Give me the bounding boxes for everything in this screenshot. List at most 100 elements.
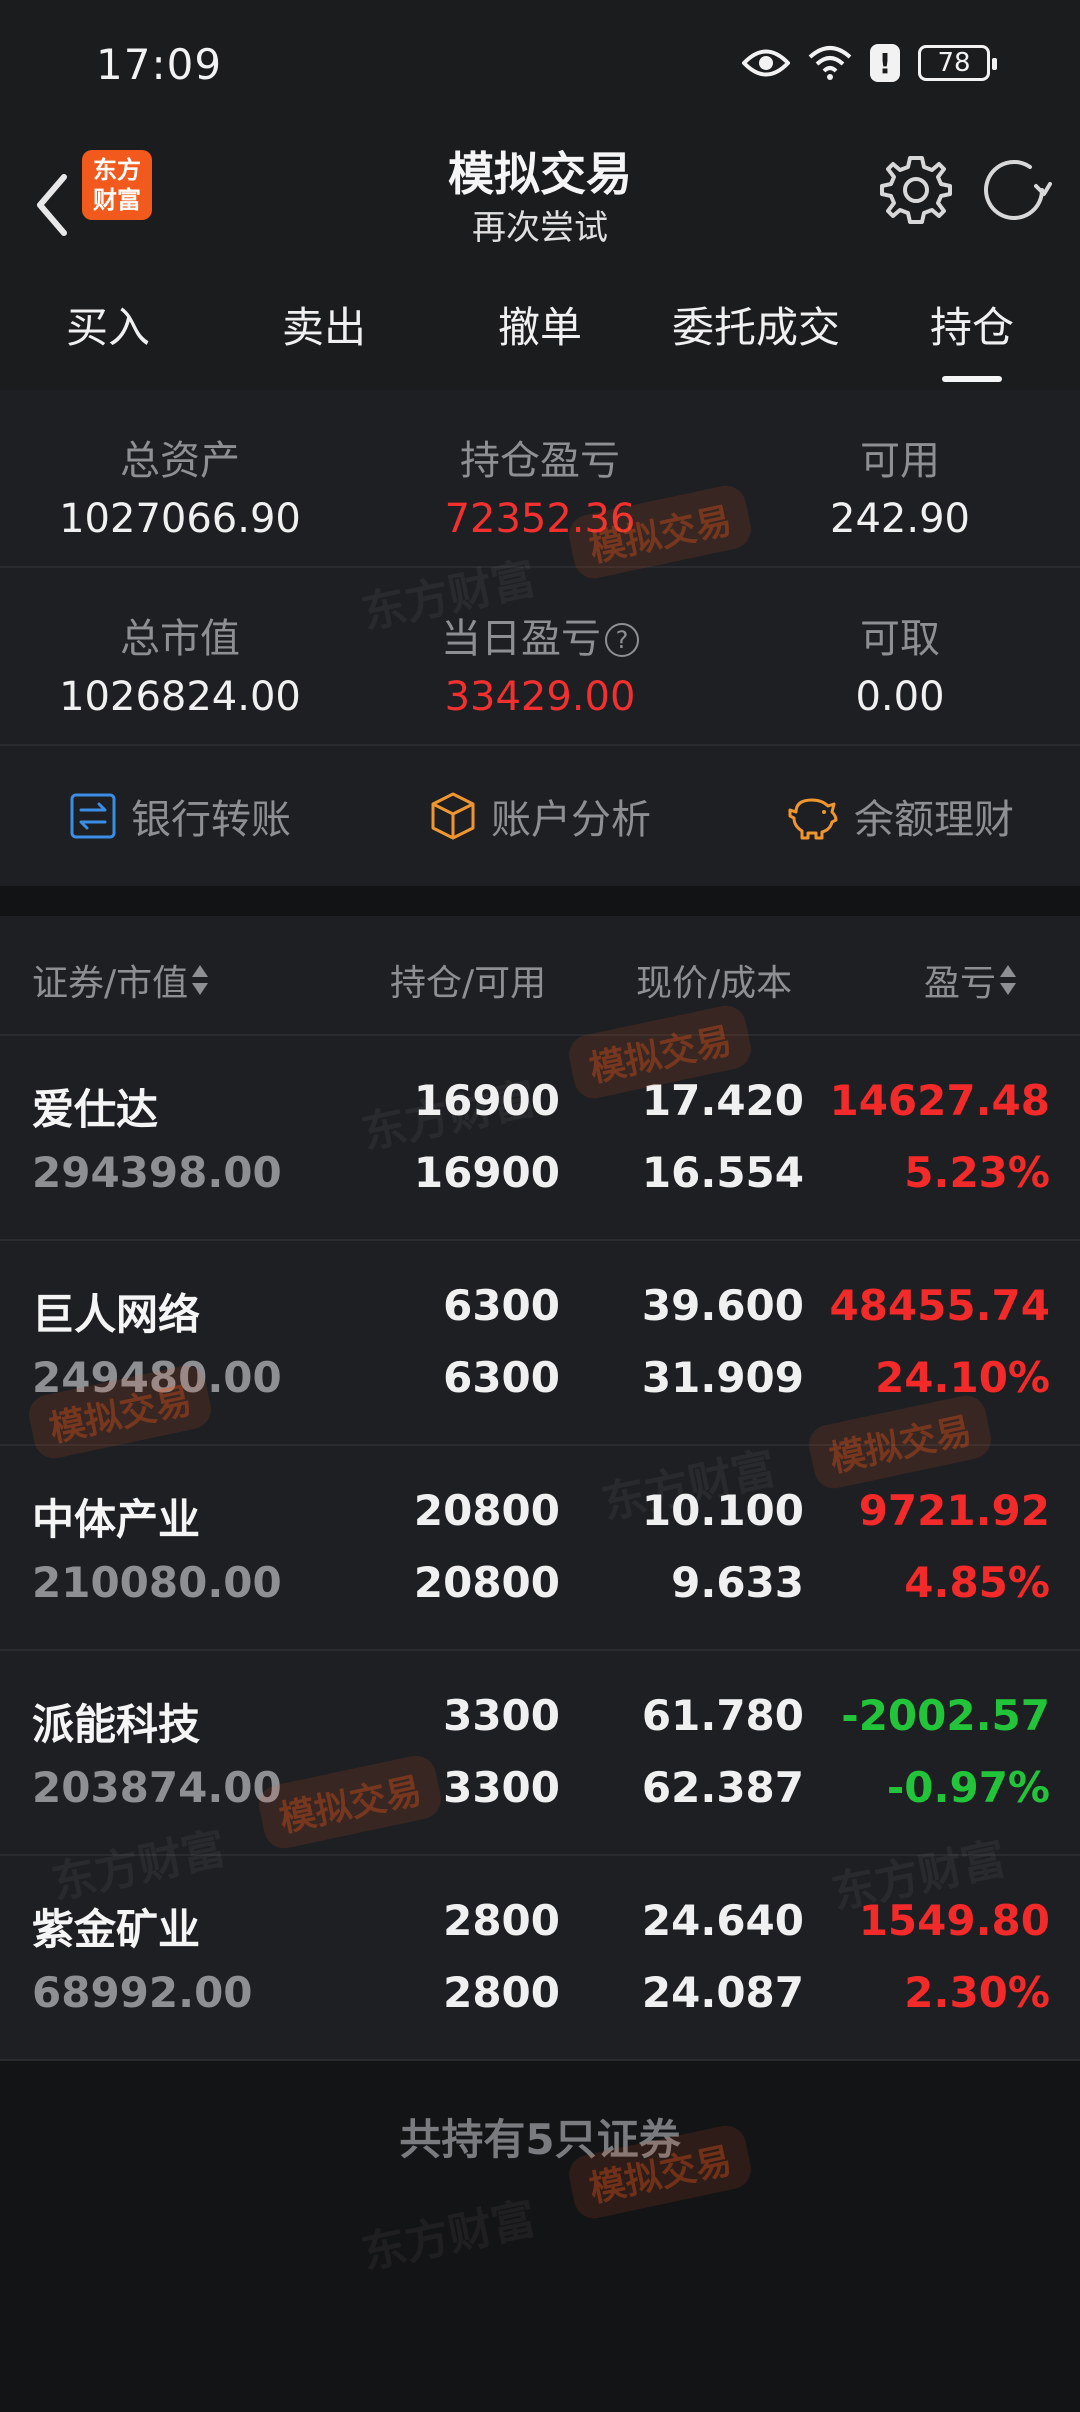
col-position: 持仓/可用	[390, 963, 547, 1004]
status-icons: ! 78	[742, 44, 997, 82]
col-pnl-label: 盈亏	[924, 963, 997, 1004]
settings-button[interactable]	[876, 150, 956, 230]
transfer-icon	[70, 793, 116, 839]
cost-price: 16.554	[641, 1148, 804, 1197]
bank-transfer-button[interactable]: 银行转账	[0, 787, 360, 845]
col-security[interactable]: 证券/市值	[32, 954, 210, 1006]
security-name: 中体产业	[32, 1495, 201, 1544]
security-name: 爱仕达	[32, 1085, 159, 1134]
position-qty: 6300	[443, 1281, 560, 1330]
battery-icon: 78	[918, 45, 997, 81]
tab-buy[interactable]: 买入	[0, 280, 216, 390]
position-qty: 3300	[443, 1691, 560, 1740]
pnl-amount: -2002.57	[841, 1691, 1050, 1740]
account-analysis-label: 账户分析	[491, 797, 651, 843]
available-label: 可用	[860, 438, 940, 484]
col-pnl[interactable]: 盈亏	[924, 954, 1018, 1006]
security-name: 紫金矿业	[32, 1905, 201, 1954]
current-price: 39.600	[641, 1281, 804, 1330]
withdrawable-label: 可取	[860, 616, 940, 662]
security-name: 巨人网络	[32, 1290, 201, 1339]
section-divider	[0, 886, 1080, 916]
header: 东方 财富 模拟交易 再次尝试	[0, 130, 1080, 280]
cube-icon	[431, 792, 475, 840]
help-icon[interactable]: ?	[605, 623, 639, 657]
current-price: 17.420	[641, 1076, 804, 1125]
daily-pnl-value: 33429.00	[444, 674, 636, 720]
status-time: 17:09	[96, 40, 223, 89]
available-qty: 20800	[413, 1558, 560, 1607]
daily-pnl: 当日盈亏? 33429.00	[360, 568, 720, 744]
trade-tabs: 买入 卖出 撤单 委托成交 持仓	[0, 280, 1080, 390]
account-analysis-button[interactable]: 账户分析	[360, 787, 720, 845]
pnl-amount: 9721.92	[858, 1486, 1050, 1535]
total-assets-label: 总资产	[120, 438, 240, 484]
tab-sell[interactable]: 卖出	[216, 280, 432, 390]
pnl-percent: 2.30%	[904, 1968, 1050, 2017]
pnl-percent: 4.85%	[904, 1558, 1050, 1607]
watermark-brand: 东方财富	[357, 2193, 541, 2280]
pnl-amount: 48455.74	[829, 1281, 1050, 1330]
market-value-value: 1026824.00	[59, 674, 301, 720]
refresh-icon	[984, 159, 1052, 220]
holding-row[interactable]: 派能科技 203874.00 3300 3300 61.780 62.387 -…	[0, 1651, 1080, 1856]
position-qty: 2800	[443, 1896, 560, 1945]
refresh-button[interactable]	[974, 150, 1054, 230]
cost-price: 24.087	[641, 1968, 804, 2017]
security-market-value: 294398.00	[32, 1148, 282, 1197]
withdrawable: 可取 0.00	[720, 568, 1080, 744]
position-pnl: 持仓盈亏 72352.36	[360, 390, 720, 566]
position-qty: 20800	[413, 1486, 560, 1535]
holding-row[interactable]: 紫金矿业 68992.00 2800 2800 24.640 24.087 15…	[0, 1856, 1080, 2061]
withdrawable-value: 0.00	[855, 674, 945, 720]
sort-icon	[192, 965, 209, 995]
available-qty: 3300	[443, 1763, 560, 1812]
cost-price: 62.387	[641, 1763, 804, 1812]
account-summary: 总资产 1027066.90 持仓盈亏 72352.36 可用 242.90 总…	[0, 390, 1080, 886]
market-value-label: 总市值	[120, 616, 240, 662]
gear-icon	[880, 156, 952, 224]
current-price: 61.780	[641, 1691, 804, 1740]
cost-price: 9.633	[671, 1558, 804, 1607]
security-market-value: 68992.00	[32, 1968, 253, 2017]
available-qty: 2800	[443, 1968, 560, 2017]
available-value: 242.90	[830, 496, 970, 542]
wifi-icon	[808, 46, 852, 80]
pnl-percent: -0.97%	[886, 1763, 1050, 1812]
available-qty: 6300	[443, 1353, 560, 1402]
position-pnl-value: 72352.36	[444, 496, 636, 542]
holdings-table-header: 证券/市值 持仓/可用 现价/成本 盈亏	[0, 916, 1080, 1036]
total-assets: 总资产 1027066.90	[0, 390, 360, 566]
holding-row[interactable]: 巨人网络 249480.00 6300 6300 39.600 31.909 4…	[0, 1241, 1080, 1446]
tab-positions[interactable]: 持仓	[864, 280, 1080, 390]
wealth-management-button[interactable]: 余额理财	[720, 787, 1080, 845]
pnl-percent: 5.23%	[904, 1148, 1050, 1197]
holdings-count: 共持有5只证券	[399, 2115, 681, 2164]
security-market-value: 249480.00	[32, 1353, 282, 1402]
current-price: 10.100	[641, 1486, 804, 1535]
holding-row[interactable]: 中体产业 210080.00 20800 20800 10.100 9.633 …	[0, 1446, 1080, 1651]
sort-icon	[1000, 965, 1017, 995]
current-price: 24.640	[641, 1896, 804, 1945]
daily-pnl-label-wrap: 当日盈亏?	[360, 606, 720, 664]
position-qty: 16900	[413, 1076, 560, 1125]
pnl-percent: 24.10%	[875, 1353, 1050, 1402]
holding-row[interactable]: 爱仕达 294398.00 16900 16900 17.420 16.554 …	[0, 1036, 1080, 1241]
col-security-label: 证券/市值	[32, 963, 189, 1004]
summary-row-1: 总资产 1027066.90 持仓盈亏 72352.36 可用 242.90	[0, 390, 1080, 568]
quick-actions: 银行转账 账户分析 余额理财	[0, 746, 1080, 886]
col-price: 现价/成本	[636, 963, 793, 1004]
available-qty: 16900	[413, 1148, 560, 1197]
alert-icon: !	[870, 44, 900, 82]
daily-pnl-label: 当日盈亏	[441, 616, 601, 662]
total-assets-value: 1027066.90	[59, 496, 301, 542]
available-funds: 可用 242.90	[720, 390, 1080, 566]
security-name: 派能科技	[32, 1700, 201, 1749]
pnl-amount: 1549.80	[858, 1896, 1050, 1945]
summary-row-2: 总市值 1026824.00 当日盈亏? 33429.00 可取 0.00	[0, 568, 1080, 746]
cost-price: 31.909	[641, 1353, 804, 1402]
wealth-management-label: 余额理财	[854, 797, 1014, 843]
tab-orders[interactable]: 委托成交	[648, 280, 864, 390]
tab-cancel[interactable]: 撤单	[432, 280, 648, 390]
position-pnl-label: 持仓盈亏	[460, 438, 620, 484]
